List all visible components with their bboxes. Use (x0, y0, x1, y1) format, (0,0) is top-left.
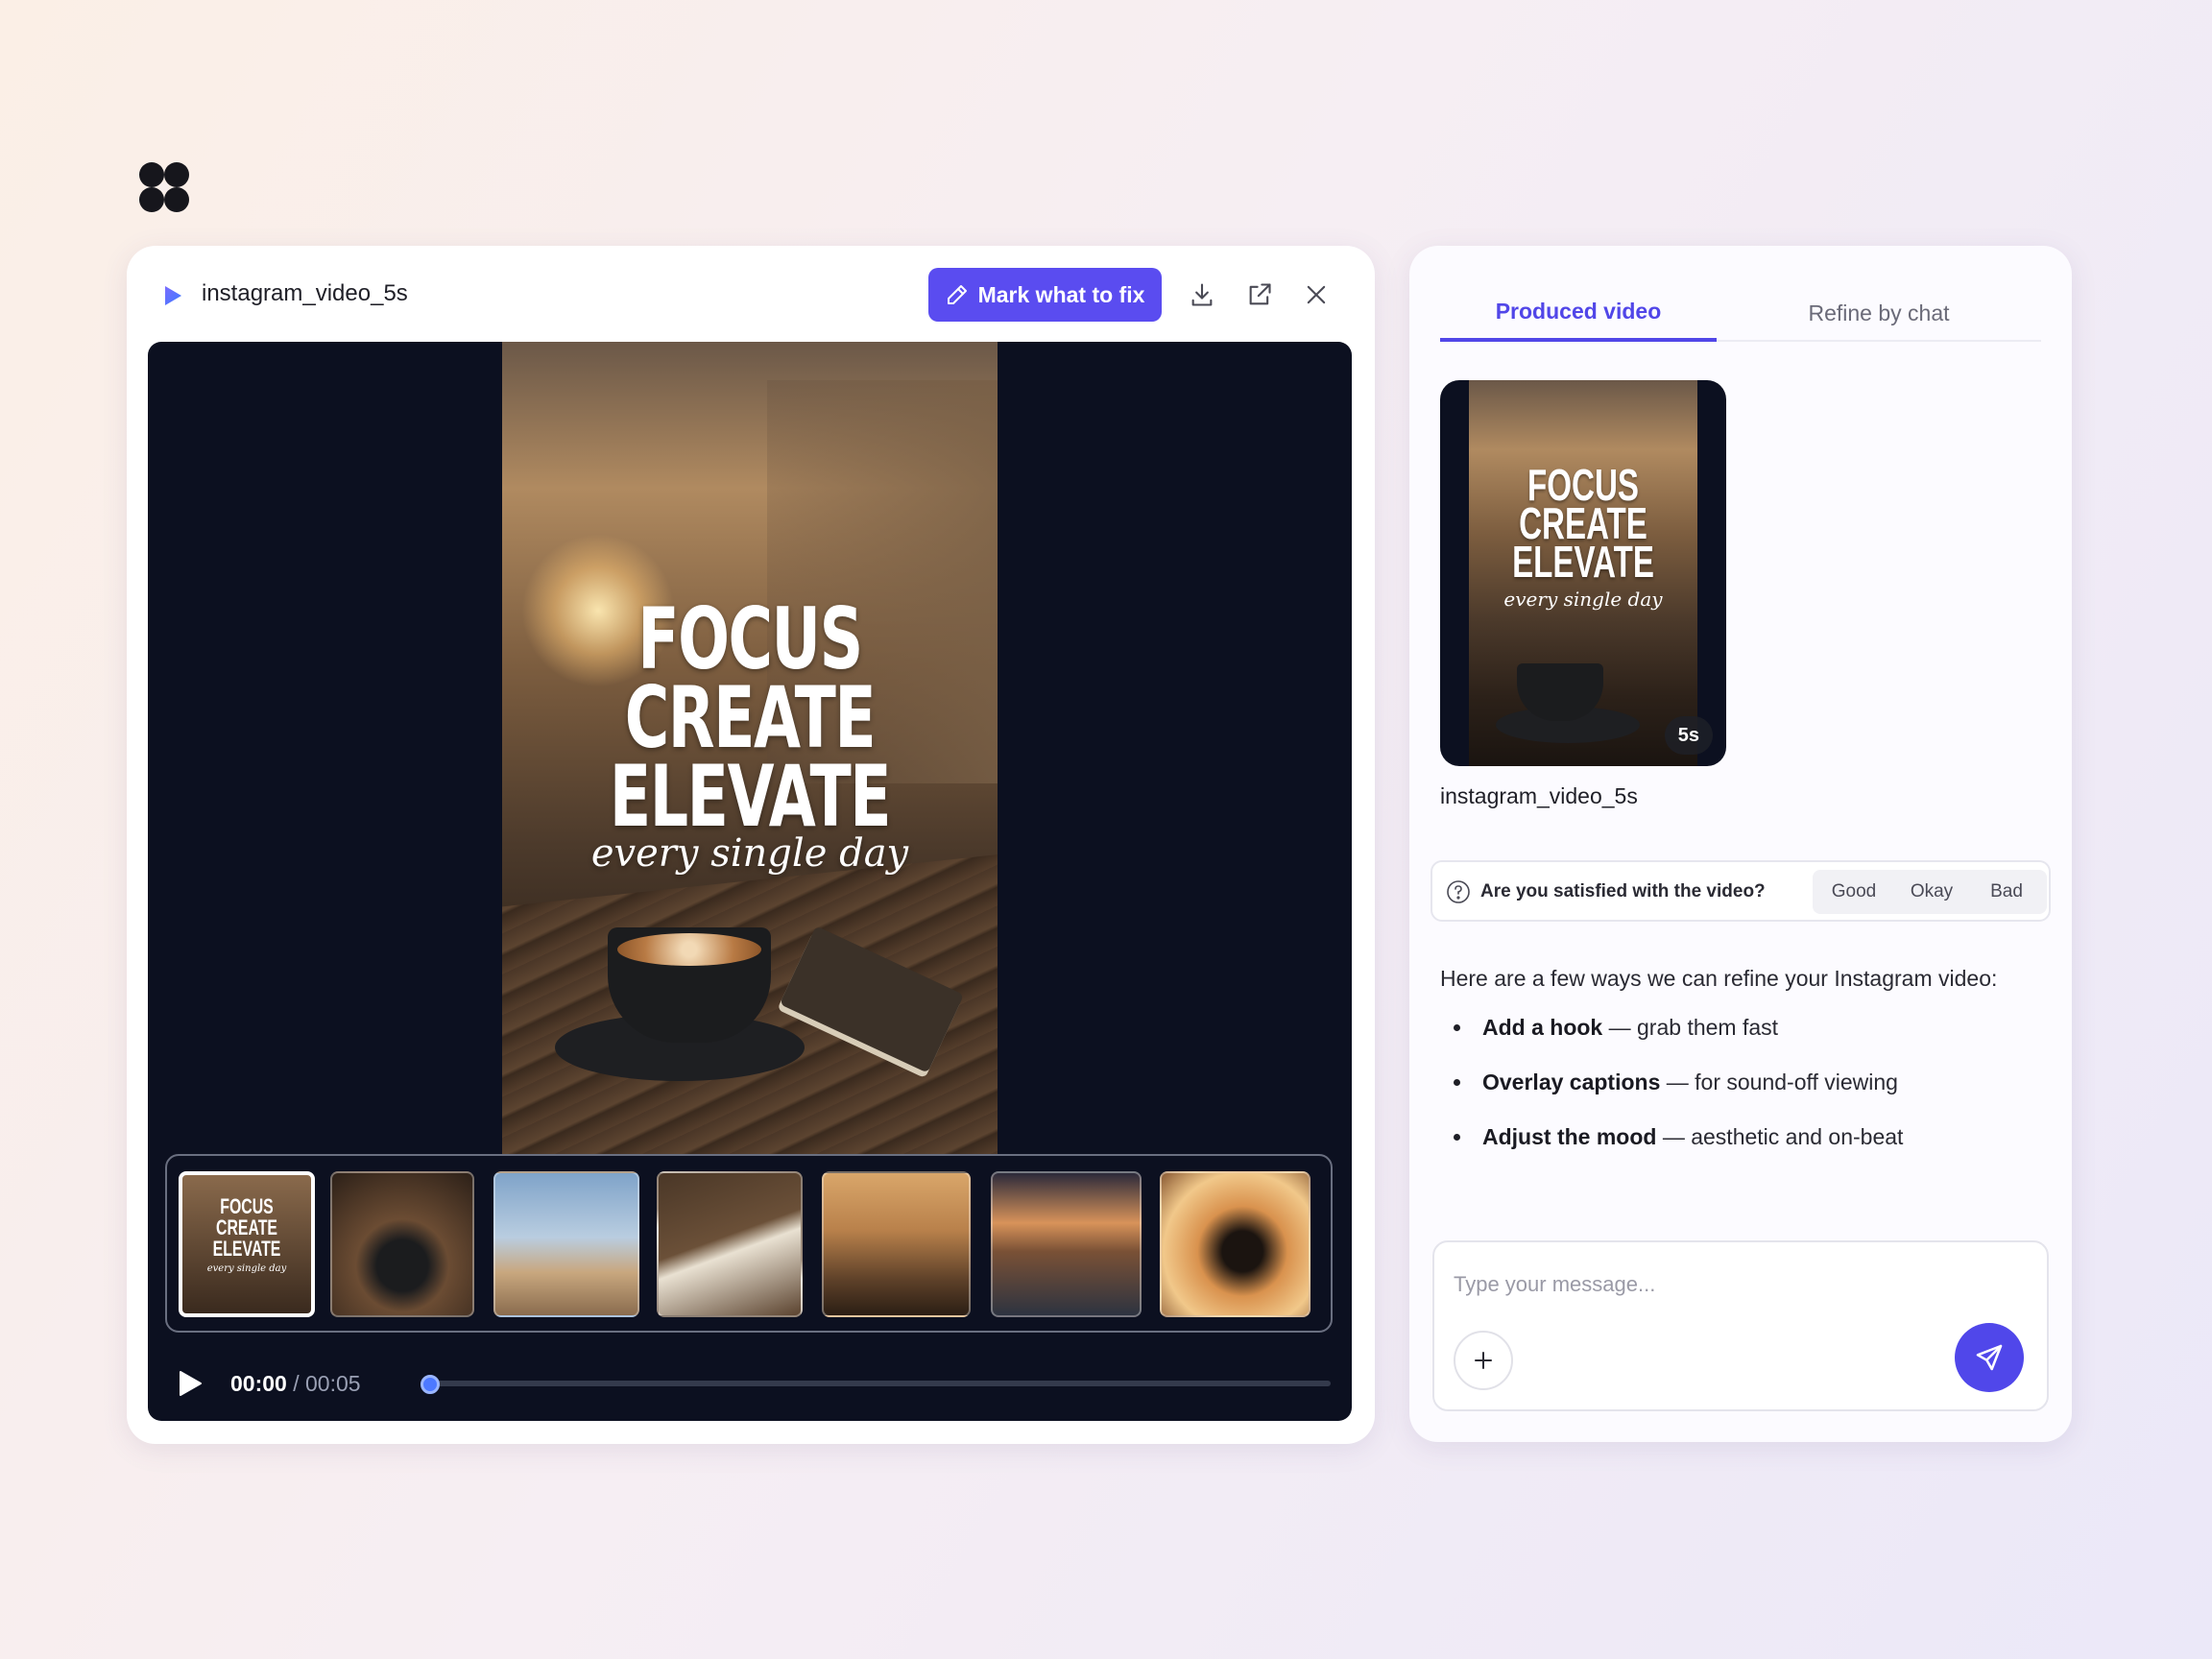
video-file-icon (165, 286, 181, 305)
help-circle-icon (1447, 880, 1470, 903)
tab-produced-video[interactable]: Produced video (1440, 284, 1717, 342)
thumbnail-4[interactable] (657, 1171, 803, 1317)
message-input[interactable] (1454, 1265, 1991, 1304)
suggestion-list: Add a hook — grab them fast Overlay capt… (1440, 1014, 2045, 1178)
thumbnail-1[interactable]: FOCUS CREATE ELEVATE every single day (179, 1171, 315, 1317)
duration-badge: 5s (1664, 716, 1713, 755)
open-external-button[interactable] (1243, 278, 1276, 311)
fix-button-label: Mark what to fix (977, 281, 1145, 307)
send-icon (1976, 1344, 2003, 1371)
seek-bar[interactable] (421, 1375, 1331, 1394)
time-separator: / (293, 1371, 300, 1396)
four-petal-logo-icon (139, 162, 189, 212)
video-frame: FOCUS CREATE ELEVATE every single day (502, 342, 998, 1154)
satisfaction-question: Are you satisfied with the video? (1480, 881, 1766, 902)
plus-icon (1475, 1352, 1492, 1369)
rating-good-button[interactable]: Good (1813, 870, 1895, 914)
message-composer (1432, 1240, 2049, 1411)
current-time: 00:00 (230, 1371, 287, 1396)
video-preview-panel: instagram_video_5s Mark what to fix FOCU… (127, 246, 1375, 1444)
preview-header: instagram_video_5s Mark what to fix (127, 246, 1375, 342)
satisfaction-prompt: Are you satisfied with the video? Good O… (1431, 860, 2051, 922)
file-name: instagram_video_5s (202, 280, 408, 306)
rating-okay-button[interactable]: Okay (1895, 870, 1968, 914)
close-button[interactable] (1300, 278, 1333, 311)
thumbnail-3[interactable] (493, 1171, 639, 1317)
thumbnail-2[interactable] (330, 1171, 474, 1317)
tab-refine-by-chat[interactable]: Refine by chat (1717, 284, 2041, 342)
add-attachment-button[interactable] (1454, 1331, 1513, 1390)
overlay-subline: every single day (590, 831, 909, 876)
video-title: instagram_video_5s (1440, 783, 1638, 808)
produced-video-thumbnail[interactable]: FOCUS CREATE ELEVATE every single day 5s (1440, 380, 1726, 766)
send-button[interactable] (1955, 1323, 2024, 1392)
thumbnail-strip: FOCUS CREATE ELEVATE every single day (165, 1154, 1333, 1333)
download-button[interactable] (1186, 278, 1218, 311)
suggestion-item: Add a hook — grab them fast (1440, 1014, 2045, 1069)
rating-bad-button[interactable]: Bad (1968, 870, 2045, 914)
seek-handle[interactable] (421, 1375, 440, 1394)
total-time: 00:05 (305, 1371, 361, 1396)
thumbnail-5[interactable] (822, 1171, 971, 1317)
thumbnail-7[interactable] (1160, 1171, 1310, 1317)
side-panel: Produced video Refine by chat FOCUS CREA… (1409, 246, 2072, 1442)
thumbnail-6[interactable] (991, 1171, 1142, 1317)
tab-bar: Produced video Refine by chat (1440, 284, 2041, 342)
suggestion-item: Overlay captions — for sound-off viewing (1440, 1069, 2045, 1123)
suggestion-item: Adjust the mood — aesthetic and on-beat (1440, 1123, 2045, 1178)
open-external-icon (1249, 283, 1271, 305)
mark-what-to-fix-button[interactable]: Mark what to fix (928, 268, 1162, 322)
video-player[interactable]: FOCUS CREATE ELEVATE every single day FO… (148, 342, 1352, 1421)
assistant-intro: Here are a few ways we can refine your I… (1440, 966, 1998, 991)
coffee-cup (608, 927, 771, 1043)
play-icon[interactable] (175, 1369, 204, 1398)
rating-options: Good Okay Bad (1813, 870, 2047, 914)
download-icon (1191, 283, 1213, 306)
time-display: 00:00 / 00:05 (230, 1371, 361, 1397)
pencil-icon (947, 285, 967, 304)
close-icon (1307, 285, 1326, 304)
